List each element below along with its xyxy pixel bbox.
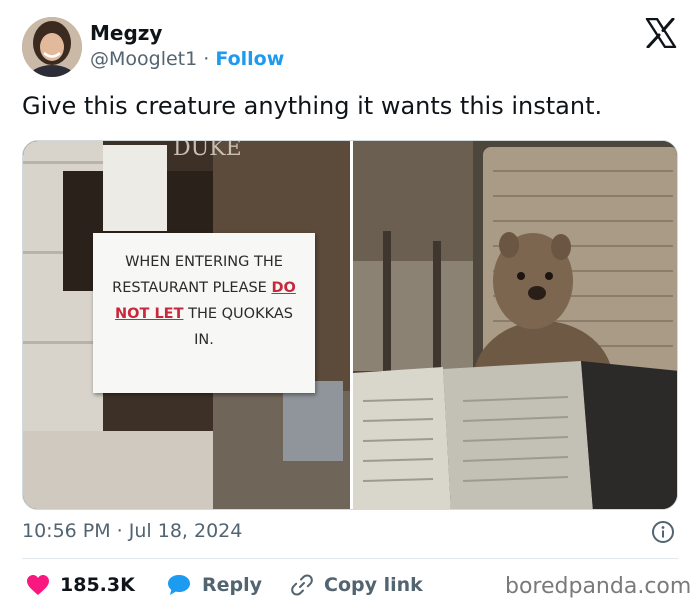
photo-sign-window[interactable]: DUKE WHEN ENTERING THE RESTAURANT PLEASE… — [23, 141, 350, 509]
like-count: 185.3K — [60, 574, 135, 596]
avatar[interactable] — [22, 17, 82, 77]
speech-bubble-icon — [168, 575, 190, 595]
reply-button[interactable]: Reply — [166, 568, 262, 602]
author-display-name[interactable]: Megzy — [90, 21, 162, 45]
svg-text:DUKE: DUKE — [173, 141, 242, 161]
copy-link-button[interactable]: Copy link — [290, 568, 423, 602]
quokka-scene-graphic — [353, 141, 677, 509]
avatar-photo — [22, 17, 82, 77]
sign-line-2: RESTAURANT PLEASE DO — [93, 275, 315, 301]
sign-text-restaurant: RESTAURANT PLEASE — [112, 280, 267, 296]
tweet-timestamp[interactable]: 10:56 PM · Jul 18, 2024 — [22, 520, 242, 542]
tweet-text: Give this creature anything it wants thi… — [22, 92, 603, 120]
divider — [22, 558, 678, 559]
media-gallery[interactable]: DUKE WHEN ENTERING THE RESTAURANT PLEASE… — [22, 140, 678, 510]
photo-quokka[interactable] — [353, 141, 677, 509]
x-logo-icon[interactable] — [645, 18, 677, 48]
follow-button[interactable]: Follow — [215, 48, 284, 70]
sign-text-do: DO — [271, 280, 296, 296]
restaurant-sign: WHEN ENTERING THE RESTAURANT PLEASE DO N… — [93, 233, 315, 393]
sign-line-4: IN. — [194, 332, 214, 348]
author-handle-line: @Mooglet1 · Follow — [90, 48, 284, 70]
sign-text-quokkas: THE QUOKKAS — [188, 306, 293, 322]
sign-text-not-let: NOT LET — [115, 306, 184, 322]
author-handle[interactable]: @Mooglet1 — [90, 48, 197, 70]
reply-label: Reply — [202, 574, 263, 596]
watermark: boredpanda.com — [505, 574, 692, 599]
info-icon[interactable] — [651, 520, 675, 544]
link-icon — [291, 574, 313, 596]
like-button[interactable]: 185.3K — [26, 568, 135, 602]
sign-line-3: NOT LET THE QUOKKAS — [93, 301, 315, 327]
heart-icon — [27, 575, 49, 595]
handle-separator: · — [203, 48, 210, 70]
copy-link-label: Copy link — [324, 574, 423, 596]
sign-line-1: WHEN ENTERING THE — [125, 254, 283, 270]
